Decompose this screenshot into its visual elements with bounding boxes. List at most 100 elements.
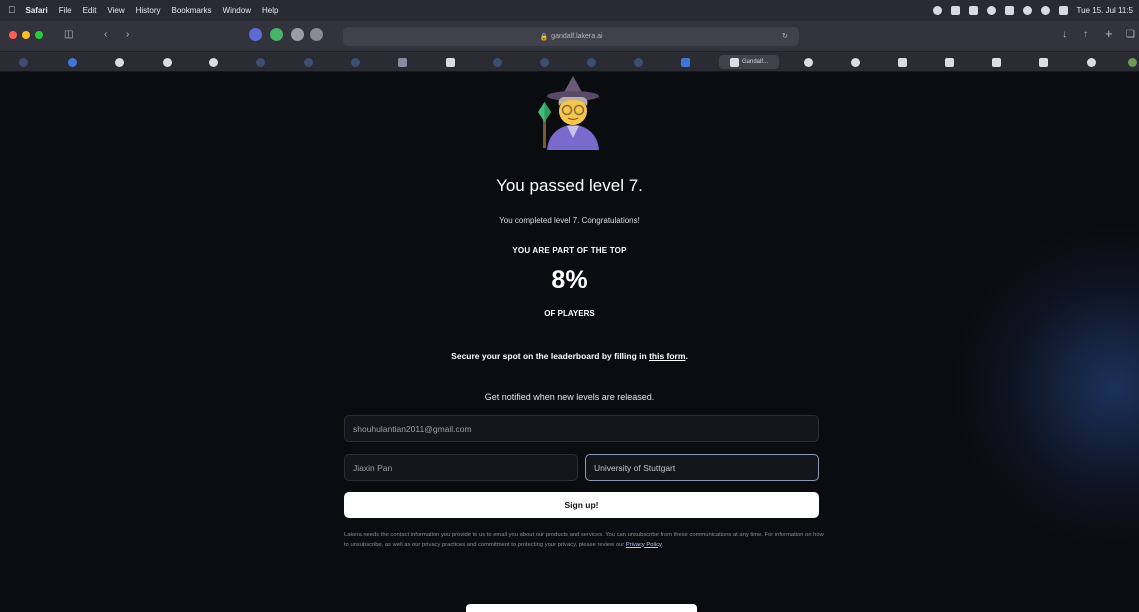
- tab-bar: Gandalf...: [0, 52, 1139, 72]
- favicon-icon: [944, 57, 954, 67]
- tab-pinned[interactable]: [943, 55, 955, 69]
- favicon-icon: [492, 57, 502, 67]
- menu-help[interactable]: Help: [262, 6, 278, 15]
- favicon-icon: [303, 57, 313, 67]
- url-text: gandalf.lakera.ai: [551, 33, 603, 40]
- menu-view[interactable]: View: [107, 6, 124, 15]
- tab-pinned[interactable]: [632, 55, 644, 69]
- extension-icon[interactable]: [291, 28, 304, 41]
- wizard-emoji-icon: [538, 76, 599, 150]
- zoom-window-button[interactable]: [35, 31, 43, 39]
- tab-pinned[interactable]: [538, 55, 550, 69]
- forward-icon[interactable]: ›: [126, 29, 129, 40]
- menu-window[interactable]: Window: [223, 6, 251, 15]
- leaderboard-form-link[interactable]: this form: [649, 351, 685, 361]
- page-title: You passed level 7.: [496, 176, 643, 195]
- signup-button[interactable]: Sign up!: [344, 492, 819, 518]
- tab-pinned[interactable]: [585, 55, 597, 69]
- menu-file[interactable]: File: [59, 6, 72, 15]
- apple-icon[interactable]: : [8, 5, 16, 16]
- tab-pinned[interactable]: [17, 55, 29, 69]
- tab-pinned[interactable]: [254, 55, 266, 69]
- favicon-icon: [680, 57, 690, 67]
- reload-icon[interactable]: ↻: [782, 32, 788, 40]
- menu-history[interactable]: History: [136, 6, 161, 15]
- menu-safari[interactable]: Safari: [26, 6, 48, 15]
- browser-toolbar: ◫ ‹ › 🔒 gandalf.lakera.ai ↻ ↓ ↑ + ❏: [0, 21, 1139, 52]
- newsletter-heading: Get notified when new levels are release…: [484, 392, 655, 402]
- tab-pinned[interactable]: [896, 55, 908, 69]
- page-content: You passed level 7. You completed level …: [0, 72, 1139, 612]
- disclaimer-period: .: [661, 541, 664, 548]
- rank-players-label: OF PLAYERS: [544, 309, 595, 318]
- favicon-icon: [397, 57, 407, 67]
- battery-icon[interactable]: [1004, 6, 1014, 15]
- address-bar[interactable]: 🔒 gandalf.lakera.ai: [343, 27, 799, 46]
- sidebar-icon[interactable]: ◫: [64, 29, 73, 40]
- tab-pinned[interactable]: [1127, 55, 1137, 69]
- close-window-button[interactable]: [9, 31, 17, 39]
- tab-pinned[interactable]: [396, 55, 408, 69]
- menu-bookmarks[interactable]: Bookmarks: [172, 6, 212, 15]
- github-icon: [803, 57, 813, 67]
- tab-github[interactable]: [1085, 55, 1097, 69]
- tab-pinned[interactable]: [1037, 55, 1049, 69]
- page-subtitle: You completed level 7. Congratulations!: [499, 216, 640, 225]
- privacy-policy-link[interactable]: Privacy Policy: [626, 542, 662, 548]
- extension-icon[interactable]: [270, 28, 283, 41]
- tab-pinned[interactable]: [849, 55, 861, 69]
- tab-gandalf-active[interactable]: Gandalf...: [719, 55, 779, 69]
- tab-github[interactable]: [113, 55, 125, 69]
- favicon-icon: [586, 57, 596, 67]
- minimize-window-button[interactable]: [22, 31, 30, 39]
- new-tab-icon[interactable]: +: [1105, 26, 1113, 41]
- tab-pinned[interactable]: [444, 55, 456, 69]
- status-area: Tue 15. Jul 11:5: [932, 0, 1133, 21]
- wifi-icon[interactable]: [1022, 6, 1032, 15]
- next-level-button[interactable]: [466, 604, 697, 612]
- rank-percent: 8%: [551, 266, 588, 294]
- status-icon[interactable]: [986, 6, 996, 15]
- leaderboard-period: .: [685, 351, 688, 361]
- tab-github[interactable]: [207, 55, 219, 69]
- tab-overview-icon[interactable]: ❏: [1126, 29, 1135, 40]
- tab-pinned[interactable]: [990, 55, 1002, 69]
- tab-pinned[interactable]: [66, 55, 78, 69]
- favicon-icon: [350, 57, 360, 67]
- leaderboard-prompt: Secure your spot on the leaderboard by f…: [0, 351, 1139, 361]
- favicon-icon: [1038, 57, 1048, 67]
- menu-edit[interactable]: Edit: [83, 6, 97, 15]
- status-icon[interactable]: [932, 6, 942, 15]
- organization-field[interactable]: [585, 454, 819, 481]
- email-field[interactable]: [344, 415, 819, 442]
- favicon-icon: [850, 57, 860, 67]
- pocket-extension-icon[interactable]: [249, 28, 262, 41]
- name-field[interactable]: [344, 454, 578, 481]
- control-center-icon[interactable]: [1058, 6, 1068, 15]
- favicon-icon: [633, 57, 643, 67]
- share-icon[interactable]: ↑: [1083, 29, 1088, 40]
- lock-icon: 🔒: [539, 33, 549, 41]
- rank-top-label: YOU ARE PART OF THE TOP: [512, 246, 627, 255]
- favicon-icon: [18, 57, 28, 67]
- tab-github[interactable]: [802, 55, 814, 69]
- search-icon[interactable]: [1040, 6, 1050, 15]
- status-icon[interactable]: [968, 6, 978, 15]
- tab-pinned[interactable]: [349, 55, 361, 69]
- favicon-icon: [539, 57, 549, 67]
- favicon-icon: [255, 57, 265, 67]
- tab-pinned[interactable]: [679, 55, 691, 69]
- tab-github[interactable]: [161, 55, 173, 69]
- github-icon: [114, 57, 124, 67]
- favicon-icon: [1127, 57, 1137, 67]
- status-icon[interactable]: [950, 6, 960, 15]
- leaderboard-text: Secure your spot on the leaderboard by f…: [451, 351, 650, 361]
- download-icon[interactable]: ↓: [1062, 29, 1067, 40]
- github-icon: [1086, 57, 1096, 67]
- menubar-clock[interactable]: Tue 15. Jul 11:5: [1077, 6, 1133, 15]
- extension-icon[interactable]: [310, 28, 323, 41]
- back-icon[interactable]: ‹: [104, 29, 107, 40]
- tab-pinned[interactable]: [302, 55, 314, 69]
- tab-pinned[interactable]: [491, 55, 503, 69]
- disclaimer-text: Lakera needs the contact information you…: [344, 532, 824, 548]
